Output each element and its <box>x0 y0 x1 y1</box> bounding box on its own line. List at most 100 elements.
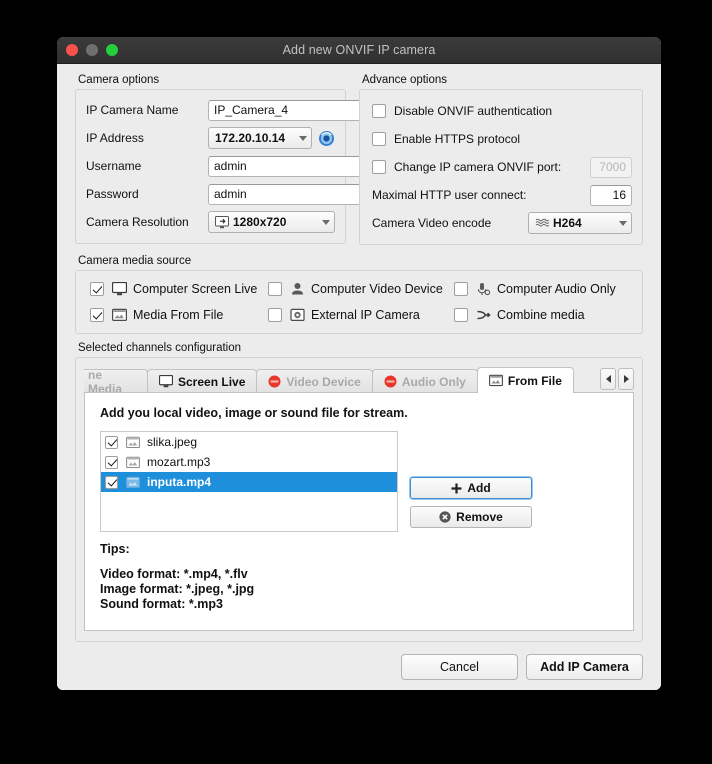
microphone-icon <box>476 282 491 296</box>
add-ip-camera-button[interactable]: Add IP Camera <box>526 654 643 680</box>
field-ip-address: IP Address 172.20.10.14 <box>86 127 335 149</box>
waves-icon <box>535 217 549 229</box>
change-onvif-port-label: Change IP camera ONVIF port: <box>394 160 561 174</box>
maximize-button[interactable] <box>106 44 118 56</box>
tab-scroll-buttons <box>600 368 634 391</box>
media-from-file-label: Media From File <box>133 308 223 322</box>
scroll-tabs-left-button[interactable] <box>600 368 616 390</box>
media-item-media-from-file[interactable]: Media From File <box>90 308 268 322</box>
minimize-button[interactable] <box>86 44 98 56</box>
external-ip-camera-label: External IP Camera <box>311 308 420 322</box>
video-encode-value: H264 <box>553 216 613 230</box>
file-name: inputa.mp4 <box>147 475 211 489</box>
camera-options-group: Camera options IP Camera Name IP Address… <box>75 74 346 245</box>
file-checkbox[interactable] <box>105 476 118 489</box>
media-file-icon <box>126 456 140 469</box>
file-name: slika.jpeg <box>147 435 197 449</box>
dialog-body: Camera options IP Camera Name IP Address… <box>57 64 661 644</box>
media-source-frame: Computer Screen Live Computer Video Devi… <box>75 270 643 334</box>
label-ip-address: IP Address <box>86 131 208 145</box>
disable-onvif-auth-checkbox[interactable] <box>372 104 386 118</box>
plus-icon <box>451 483 462 494</box>
max-http-users-label: Maximal HTTP user connect: <box>372 188 527 202</box>
computer-screen-live-checkbox[interactable] <box>90 282 104 296</box>
computer-video-device-checkbox[interactable] <box>268 282 282 296</box>
media-item-computer-screen-live[interactable]: Computer Screen Live <box>90 282 268 296</box>
scan-network-icon[interactable] <box>318 130 335 147</box>
tip-video-format: Video format: *.mp4, *.flv <box>100 567 618 582</box>
media-from-file-checkbox[interactable] <box>90 308 104 322</box>
remove-circle-icon <box>439 511 451 523</box>
scroll-tabs-right-button[interactable] <box>618 368 634 390</box>
advance-options-group: Advance options Disable ONVIF authentica… <box>359 74 643 245</box>
window-title: Add new ONVIF IP camera <box>57 43 661 57</box>
channels-title: Selected channels configuration <box>78 342 643 354</box>
change-onvif-port-checkbox[interactable] <box>372 160 386 174</box>
ip-address-combobox[interactable]: 172.20.10.14 <box>208 127 312 149</box>
tab-from-file-label: From File <box>508 374 562 388</box>
tab-video-device[interactable]: Video Device <box>256 369 372 393</box>
file-checkbox[interactable] <box>105 436 118 449</box>
row-max-http-users: Maximal HTTP user connect: <box>372 184 632 206</box>
webcam-icon <box>290 282 305 296</box>
file-name: mozart.mp3 <box>147 455 210 469</box>
tab-audio-only-label: Audio Only <box>402 375 466 389</box>
ip-camera-name-input[interactable] <box>208 100 375 121</box>
remove-file-button[interactable]: Remove <box>410 506 532 528</box>
enable-https-checkbox[interactable] <box>372 132 386 146</box>
channels-frame: ne Media Screen Live <box>75 357 643 642</box>
row-disable-onvif-auth: Disable ONVIF authentication <box>372 100 632 122</box>
external-ip-camera-checkbox[interactable] <box>268 308 282 322</box>
media-file-icon <box>126 476 140 489</box>
label-camera-resolution: Camera Resolution <box>86 215 208 229</box>
media-source-title: Camera media source <box>78 255 643 267</box>
media-source-group: Camera media source Computer Screen Live <box>75 255 643 334</box>
media-item-computer-video-device[interactable]: Computer Video Device <box>268 282 454 296</box>
advance-options-title: Advance options <box>362 74 643 86</box>
record-stop-icon <box>384 375 397 388</box>
list-item[interactable]: mozart.mp3 <box>101 452 397 472</box>
combine-media-checkbox[interactable] <box>454 308 468 322</box>
panel-hint: Add you local video, image or sound file… <box>100 406 618 420</box>
onvif-port-input[interactable] <box>590 157 632 178</box>
camera-options-title: Camera options <box>78 74 346 86</box>
enable-https-label: Enable HTTPS protocol <box>394 132 520 146</box>
tab-audio-only[interactable]: Audio Only <box>372 369 478 393</box>
disable-onvif-auth-label: Disable ONVIF authentication <box>394 104 552 118</box>
video-encode-label: Camera Video encode <box>372 216 491 230</box>
chevron-down-icon <box>322 220 330 225</box>
file-checkbox[interactable] <box>105 456 118 469</box>
max-http-users-input[interactable] <box>590 185 632 206</box>
dialog-window: Add new ONVIF IP camera Camera options I… <box>57 37 661 690</box>
media-file-icon <box>126 436 140 449</box>
media-item-computer-audio-only[interactable]: Computer Audio Only <box>454 282 616 296</box>
label-ip-camera-name: IP Camera Name <box>86 103 208 117</box>
chevron-down-icon <box>299 136 307 141</box>
file-actions: Add Remove <box>410 431 532 528</box>
tab-combine-media[interactable]: ne Media <box>84 369 148 393</box>
media-source-row-1: Computer Screen Live Computer Video Devi… <box>90 282 628 296</box>
video-encode-combobox[interactable]: H264 <box>528 212 632 234</box>
tab-screen-live[interactable]: Screen Live <box>147 369 257 393</box>
computer-audio-only-checkbox[interactable] <box>454 282 468 296</box>
media-item-external-ip-camera[interactable]: External IP Camera <box>268 308 454 322</box>
cancel-button[interactable]: Cancel <box>401 654 518 680</box>
list-item[interactable]: slika.jpeg <box>101 432 397 452</box>
list-item[interactable]: inputa.mp4 <box>101 472 397 492</box>
ip-address-value: 172.20.10.14 <box>215 131 293 145</box>
dialog-footer: Cancel Add IP Camera <box>57 644 661 690</box>
camera-resolution-combobox[interactable]: 1280x720 <box>208 211 335 233</box>
combine-media-label: Combine media <box>497 308 585 322</box>
password-input[interactable] <box>208 184 375 205</box>
add-file-button[interactable]: Add <box>410 477 532 499</box>
media-file-icon <box>112 308 127 322</box>
add-file-label: Add <box>467 481 490 495</box>
tab-from-file[interactable]: From File <box>477 367 574 393</box>
remove-file-label: Remove <box>456 510 503 524</box>
top-options-row: Camera options IP Camera Name IP Address… <box>75 74 643 247</box>
username-input[interactable] <box>208 156 375 177</box>
close-button[interactable] <box>66 44 78 56</box>
media-item-combine-media[interactable]: Combine media <box>454 308 585 322</box>
record-stop-icon <box>268 375 281 388</box>
file-list[interactable]: slika.jpeg <box>100 431 398 532</box>
